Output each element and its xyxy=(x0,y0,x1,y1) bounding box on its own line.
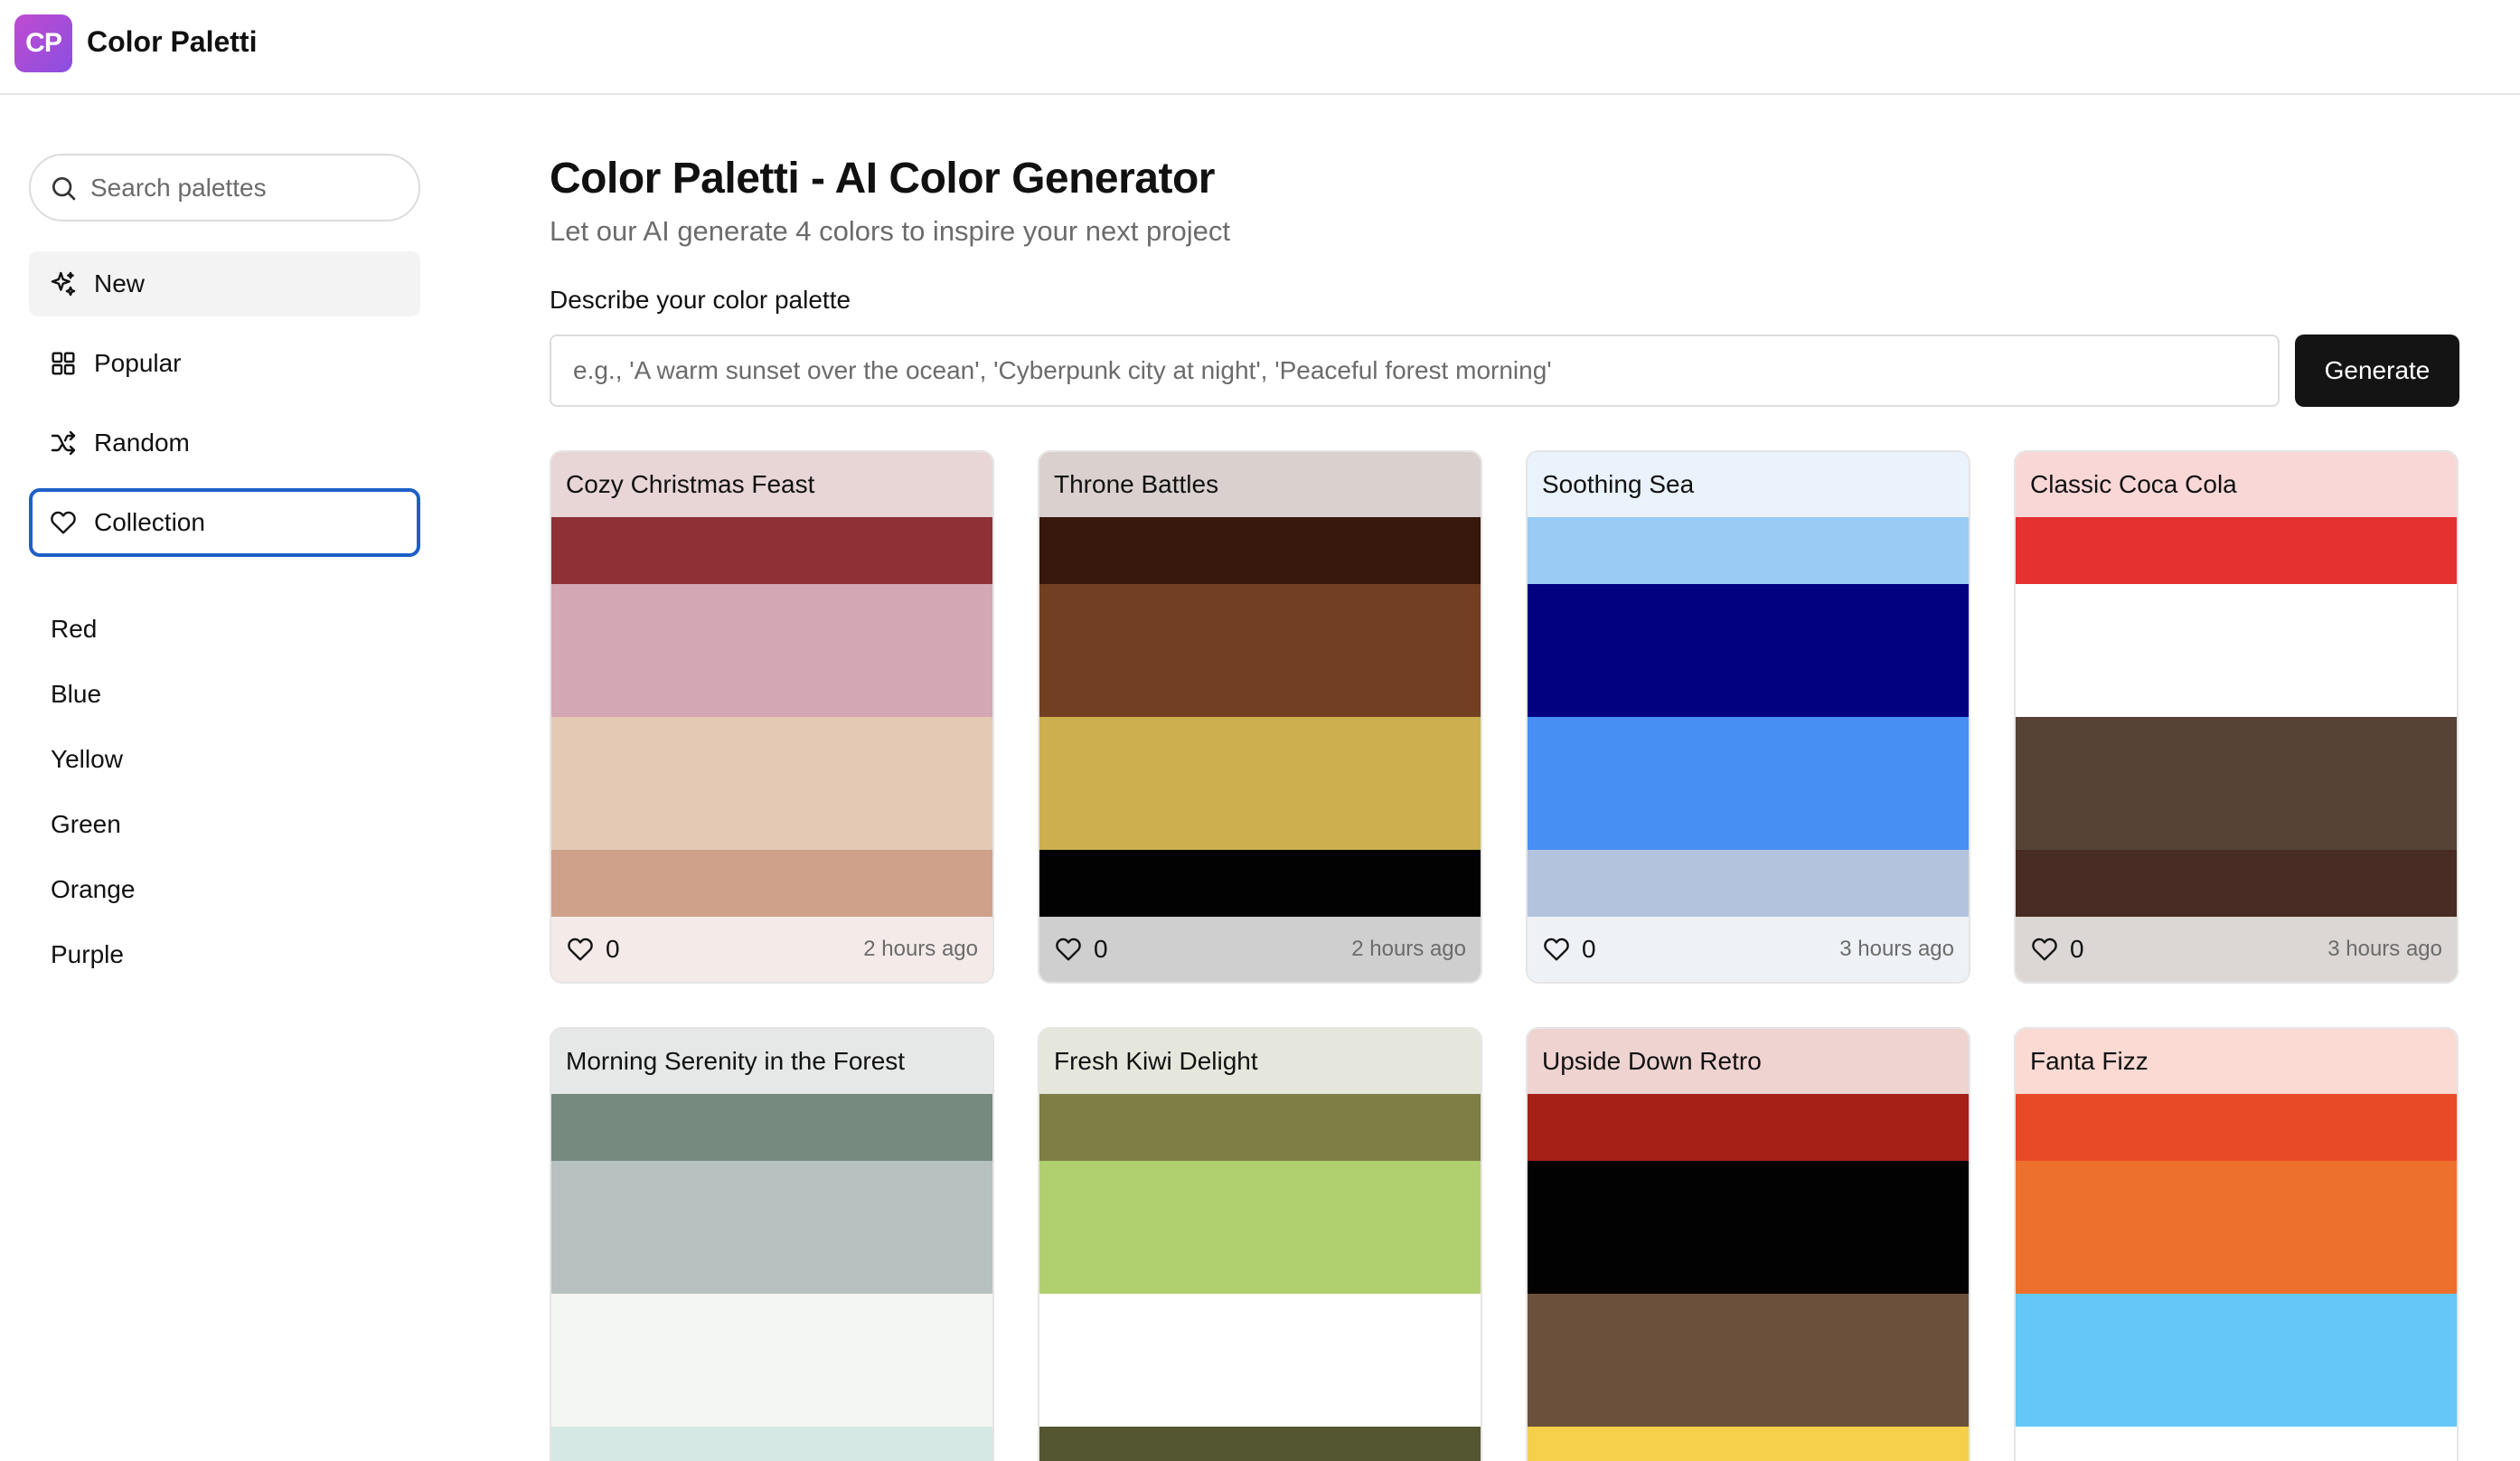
color-swatch[interactable] xyxy=(1528,1294,1969,1427)
palette-footer: 0 3 hours ago xyxy=(1528,917,1969,982)
like-count: 0 xyxy=(1582,935,1596,963)
color-filter-purple[interactable]: Purple xyxy=(51,940,124,969)
color-swatch[interactable] xyxy=(551,850,992,917)
palette-card[interactable]: Fresh Kiwi Delight xyxy=(1038,1027,1482,1461)
nav-popular[interactable]: Popular xyxy=(29,331,420,396)
palette-card[interactable]: Soothing Sea 0 3 hours ago xyxy=(1526,450,1970,984)
nav-label: Random xyxy=(94,429,190,457)
palette-card[interactable]: Upside Down Retro xyxy=(1526,1027,1970,1461)
search-input[interactable] xyxy=(90,173,416,203)
color-swatch[interactable] xyxy=(551,717,992,850)
like-count: 0 xyxy=(1094,935,1108,963)
heart-icon[interactable] xyxy=(566,935,595,964)
search-box[interactable] xyxy=(29,154,420,222)
heart-icon[interactable] xyxy=(2030,935,2059,964)
palette-card[interactable]: Throne Battles 0 2 hours ago xyxy=(1038,450,1482,984)
nav-collection[interactable]: Collection xyxy=(29,488,420,557)
color-filter-red[interactable]: Red xyxy=(51,615,97,644)
color-swatch[interactable] xyxy=(2016,850,2457,917)
palette-footer: 0 3 hours ago xyxy=(2016,917,2457,982)
color-swatch[interactable] xyxy=(551,1161,992,1294)
page-title: Color Paletti - AI Color Generator xyxy=(550,155,1215,203)
color-filter-orange[interactable]: Orange xyxy=(51,875,135,904)
color-swatch[interactable] xyxy=(2016,1161,2457,1294)
color-filter-green[interactable]: Green xyxy=(51,810,121,839)
color-swatch[interactable] xyxy=(2016,1094,2457,1161)
color-swatch[interactable] xyxy=(1039,1427,1481,1461)
palette-name: Fresh Kiwi Delight xyxy=(1039,1029,1481,1094)
color-swatch[interactable] xyxy=(551,584,992,717)
color-swatch[interactable] xyxy=(1528,717,1969,850)
color-swatch[interactable] xyxy=(2016,1294,2457,1427)
color-swatch[interactable] xyxy=(2016,517,2457,584)
palette-name: Classic Coca Cola xyxy=(2016,452,2457,517)
palette-name: Cozy Christmas Feast xyxy=(551,452,992,517)
color-swatch[interactable] xyxy=(2016,717,2457,850)
nav-random[interactable]: Random xyxy=(29,410,420,476)
prompt-label: Describe your color palette xyxy=(550,286,851,314)
color-swatch[interactable] xyxy=(1039,850,1481,917)
color-swatch[interactable] xyxy=(1528,850,1969,917)
timestamp: 2 hours ago xyxy=(1351,937,1466,961)
sidebar: New Popular Random Collection Red Blue Y… xyxy=(0,96,434,1461)
palette-name: Throne Battles xyxy=(1039,452,1481,517)
palette-card[interactable]: Morning Serenity in the Forest xyxy=(550,1027,994,1461)
search-icon xyxy=(52,176,76,200)
palette-footer: 0 2 hours ago xyxy=(551,917,992,982)
timestamp: 3 hours ago xyxy=(2327,937,2442,961)
palette-description-input[interactable] xyxy=(550,335,2280,407)
heart-icon[interactable] xyxy=(1542,935,1571,964)
palette-card[interactable]: Classic Coca Cola 0 3 hours ago xyxy=(2014,450,2459,984)
color-filter-blue[interactable]: Blue xyxy=(51,680,101,709)
nav-label: New xyxy=(94,269,146,297)
color-swatch[interactable] xyxy=(2016,584,2457,717)
palette-footer: 0 2 hours ago xyxy=(1039,917,1481,982)
top-bar: CP Color Paletti xyxy=(0,0,2520,95)
color-swatch[interactable] xyxy=(1528,1427,1969,1461)
palette-card[interactable]: Cozy Christmas Feast 0 2 hours ago xyxy=(550,450,994,984)
color-swatch[interactable] xyxy=(1528,584,1969,717)
palette-card[interactable]: Fanta Fizz xyxy=(2014,1027,2459,1461)
color-swatch[interactable] xyxy=(551,1094,992,1161)
color-swatch[interactable] xyxy=(551,1294,992,1427)
generate-button[interactable]: Generate xyxy=(2295,335,2459,407)
sparkles-icon xyxy=(51,271,76,297)
shuffle-icon xyxy=(51,430,76,456)
color-swatch[interactable] xyxy=(1039,1294,1481,1427)
color-swatch[interactable] xyxy=(1528,1094,1969,1161)
page-subtitle: Let our AI generate 4 colors to inspire … xyxy=(550,215,1231,247)
heart-icon[interactable] xyxy=(1054,935,1083,964)
grid-icon xyxy=(52,352,75,375)
palette-name: Fanta Fizz xyxy=(2016,1029,2457,1094)
color-swatch[interactable] xyxy=(1039,517,1481,584)
like-count: 0 xyxy=(606,935,620,963)
color-swatch[interactable] xyxy=(1528,517,1969,584)
color-swatch[interactable] xyxy=(551,1427,992,1461)
color-swatch[interactable] xyxy=(1528,1161,1969,1294)
nav-new[interactable]: New xyxy=(29,251,420,316)
app-name[interactable]: Color Paletti xyxy=(87,25,257,59)
timestamp: 2 hours ago xyxy=(863,937,978,961)
palette-name: Morning Serenity in the Forest xyxy=(551,1029,992,1094)
palette-name: Upside Down Retro xyxy=(1528,1029,1969,1094)
heart-icon xyxy=(51,511,76,534)
color-swatch[interactable] xyxy=(1039,584,1481,717)
palette-name: Soothing Sea xyxy=(1528,452,1969,517)
timestamp: 3 hours ago xyxy=(1839,937,1954,961)
app-logo[interactable]: CP xyxy=(14,14,72,72)
color-swatch[interactable] xyxy=(551,517,992,584)
color-swatch[interactable] xyxy=(1039,1094,1481,1161)
like-count: 0 xyxy=(2070,935,2084,963)
nav-label: Popular xyxy=(94,349,182,377)
color-swatch[interactable] xyxy=(2016,1427,2457,1461)
color-filter-yellow[interactable]: Yellow xyxy=(51,745,123,774)
color-swatch[interactable] xyxy=(1039,1161,1481,1294)
nav-label: Collection xyxy=(94,508,205,536)
color-swatch[interactable] xyxy=(1039,717,1481,850)
